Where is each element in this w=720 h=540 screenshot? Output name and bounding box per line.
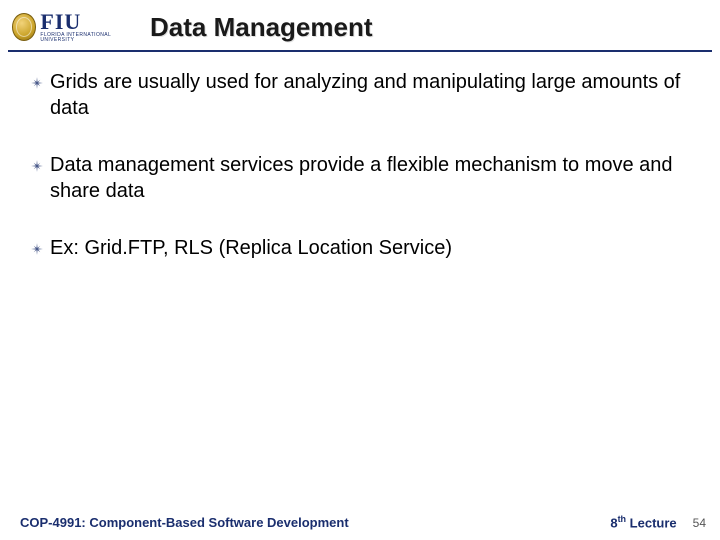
lecture-label: 8th Lecture bbox=[610, 514, 676, 530]
footer: COP-4991: Component-Based Software Devel… bbox=[20, 514, 706, 530]
course-label: COP-4991: Component-Based Software Devel… bbox=[20, 515, 349, 530]
logo-text: FIU FLORIDA INTERNATIONAL UNIVERSITY bbox=[40, 11, 132, 43]
lecture-number: 8 bbox=[610, 515, 617, 530]
logo-fullname: FLORIDA INTERNATIONAL UNIVERSITY bbox=[40, 33, 132, 43]
lecture-word: Lecture bbox=[626, 515, 677, 530]
slide: FIU FLORIDA INTERNATIONAL UNIVERSITY Dat… bbox=[0, 0, 720, 540]
seal-icon bbox=[12, 13, 36, 41]
star-bullet-icon bbox=[24, 236, 50, 256]
bullet-text: Grids are usually used for analyzing and… bbox=[50, 70, 696, 121]
footer-right: 8th Lecture 54 bbox=[610, 514, 706, 530]
star-bullet-icon bbox=[24, 70, 50, 90]
slide-title: Data Management bbox=[150, 12, 373, 43]
bullet-text: Data management services provide a flexi… bbox=[50, 153, 696, 204]
header-bar: FIU FLORIDA INTERNATIONAL UNIVERSITY Dat… bbox=[8, 4, 712, 52]
bullet-item: Grids are usually used for analyzing and… bbox=[24, 70, 696, 121]
logo-acronym: FIU bbox=[40, 11, 132, 33]
bullet-item: Ex: Grid.FTP, RLS (Replica Location Serv… bbox=[24, 236, 696, 262]
bullet-text: Ex: Grid.FTP, RLS (Replica Location Serv… bbox=[50, 236, 452, 262]
bullet-item: Data management services provide a flexi… bbox=[24, 153, 696, 204]
university-logo: FIU FLORIDA INTERNATIONAL UNIVERSITY bbox=[12, 8, 132, 46]
star-bullet-icon bbox=[24, 153, 50, 173]
page-number: 54 bbox=[693, 516, 706, 530]
lecture-ordinal: th bbox=[618, 514, 627, 524]
slide-body: Grids are usually used for analyzing and… bbox=[24, 70, 696, 294]
